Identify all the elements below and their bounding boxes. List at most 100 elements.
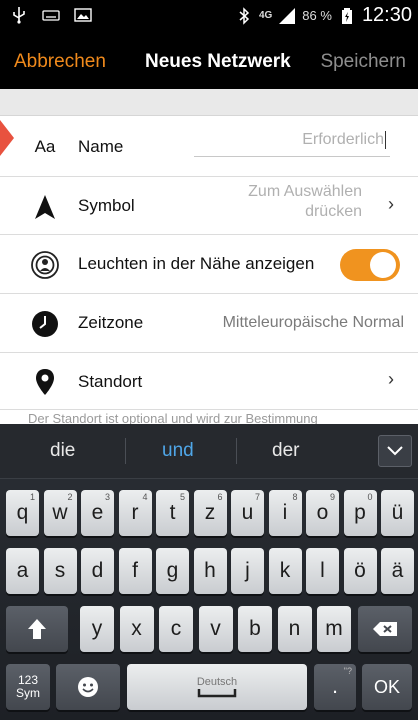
timezone-label: Zeitzone (78, 313, 144, 332)
nearby-row[interactable]: Leuchten in der Nähe anzeigen (0, 236, 418, 294)
suggestion-bar: die und der (0, 424, 418, 479)
key-c[interactable]: c (159, 606, 193, 652)
symbol-value-line2: drücken (305, 203, 362, 220)
symbol-label: Symbol (78, 196, 135, 215)
key-b[interactable]: b (238, 606, 272, 652)
clock: 12:30 (361, 4, 412, 26)
key-label: q (16, 501, 29, 524)
key-m[interactable]: m (317, 606, 351, 652)
text-format-icon: Aa (30, 132, 60, 162)
key-u[interactable]: 7u (231, 490, 264, 536)
action-bar: Abbrechen Neues Netzwerk Speichern (0, 33, 418, 89)
key-label: i (282, 501, 288, 524)
location-row[interactable]: Standort › (0, 354, 418, 410)
suggestion-divider (236, 438, 237, 464)
period-key[interactable]: "? . (314, 664, 356, 710)
nearby-toggle[interactable] (340, 249, 400, 281)
name-row[interactable]: Aa Name Erforderlich (0, 117, 418, 177)
suggestion-1[interactable]: die (50, 440, 75, 462)
key-ü[interactable]: ü (381, 490, 414, 536)
suggestion-divider (125, 438, 126, 464)
cancel-button[interactable]: Abbrechen (14, 51, 106, 73)
key-hint: 3 (104, 492, 110, 502)
key-f[interactable]: f (118, 548, 152, 594)
key-w[interactable]: 2w (43, 490, 77, 536)
key-hint: 6 (217, 492, 223, 502)
key-v[interactable]: v (198, 606, 233, 652)
key-hint: 5 (179, 492, 185, 502)
key-q[interactable]: 1q (6, 490, 39, 536)
key-hint: 4 (142, 492, 148, 502)
emoji-icon (78, 677, 98, 697)
drawer-handle-icon[interactable] (0, 120, 14, 156)
backspace-icon (373, 622, 397, 636)
notification-icons (10, 6, 92, 24)
nearby-label: Leuchten in der Nähe anzeigen (78, 254, 315, 273)
suggestion-2[interactable]: und (162, 440, 194, 462)
section-header (0, 89, 418, 116)
symbols-key[interactable]: 123 Sym (6, 664, 50, 710)
key-r[interactable]: 4r (118, 490, 152, 536)
ok-key[interactable]: OK (362, 664, 412, 710)
key-label: p (354, 501, 366, 524)
beacon-icon (30, 250, 60, 280)
period-hint: "? (343, 666, 352, 676)
key-label: w (52, 501, 68, 524)
key-j[interactable]: j (231, 548, 264, 594)
key-l[interactable]: l (306, 548, 339, 594)
shift-key[interactable] (6, 606, 68, 652)
key-h[interactable]: h (193, 548, 227, 594)
key-hint: 8 (292, 492, 298, 502)
key-d[interactable]: d (81, 548, 114, 594)
chevron-down-icon (387, 446, 403, 456)
chevron-right-icon: › (388, 194, 394, 214)
suggestion-3[interactable]: der (272, 440, 299, 462)
key-s[interactable]: s (43, 548, 77, 594)
save-button[interactable]: Speichern (320, 51, 406, 73)
key-e[interactable]: 3e (81, 490, 114, 536)
key-k[interactable]: k (268, 548, 302, 594)
signal-icon (279, 7, 296, 24)
key-p[interactable]: 0p (343, 490, 377, 536)
soft-keyboard: die und der 1q2w3e4r5t6z7u8i9o0pü asdfgh… (0, 424, 418, 720)
shift-arrow-icon (28, 619, 46, 639)
key-label: o (316, 501, 329, 524)
key-x[interactable]: x (119, 606, 154, 652)
usb-icon (13, 7, 25, 24)
key-a[interactable]: a (6, 548, 39, 594)
emoji-key[interactable] (56, 664, 120, 710)
name-placeholder: Erforderlich (302, 131, 384, 149)
location-pin-icon (30, 367, 60, 397)
key-y[interactable]: y (80, 606, 114, 652)
key-i[interactable]: 8i (268, 490, 302, 536)
toggle-knob (370, 252, 396, 278)
symbol-row[interactable]: Symbol Zum Auswählen drücken › (0, 178, 418, 235)
timezone-row[interactable]: Zeitzone Mitteleuropäische Normal (0, 295, 418, 353)
key-ä[interactable]: ä (381, 548, 414, 594)
collapse-suggestions-button[interactable] (378, 435, 412, 467)
key-o[interactable]: 9o (306, 490, 339, 536)
backspace-key[interactable] (358, 606, 412, 652)
system-icons: 4G 86 % 12:30 (235, 4, 412, 27)
key-t[interactable]: 5t (156, 490, 189, 536)
navigation-arrow-icon (30, 192, 60, 222)
location-label: Standort (78, 372, 143, 391)
key-label: z (204, 501, 216, 524)
key-z[interactable]: 6z (193, 490, 227, 536)
key-g[interactable]: g (156, 548, 189, 594)
key-label: u (241, 501, 254, 524)
bluetooth-icon (239, 6, 250, 25)
location-footnote: Der Standort ist optional und wird zur B… (28, 411, 318, 424)
key-label: r (131, 501, 139, 524)
key-hint: 9 (329, 492, 335, 502)
key-ö[interactable]: ö (343, 548, 377, 594)
keyboard-status-icon (42, 10, 60, 21)
space-key[interactable]: Deutsch (127, 664, 307, 710)
key-label: ü (391, 501, 404, 524)
timezone-value: Mitteleuropäische Normal (222, 314, 404, 331)
key-hint: 2 (67, 492, 73, 502)
status-bar: 4G 86 % 12:30 (0, 0, 418, 33)
key-n[interactable]: n (277, 606, 312, 652)
page-title: Neues Netzwerk (145, 51, 291, 72)
name-input[interactable]: Erforderlich (194, 131, 390, 157)
